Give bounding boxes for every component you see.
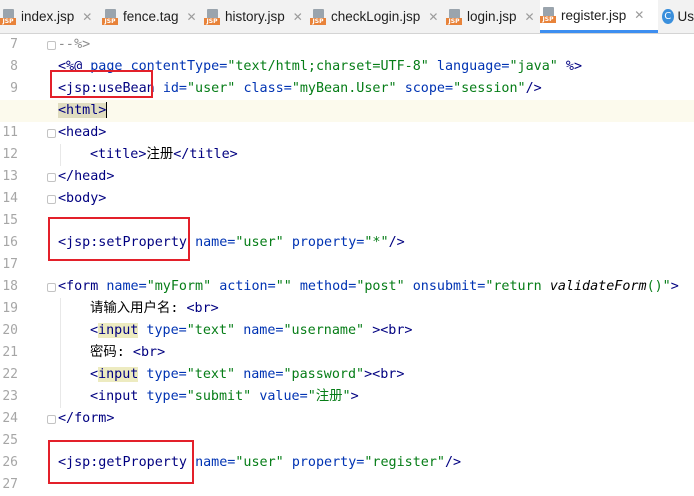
jsp-file-icon: JSP xyxy=(540,7,556,23)
code-line[interactable]: --%> xyxy=(0,34,694,56)
close-icon[interactable]: ✕ xyxy=(293,10,303,24)
code-line[interactable]: </head> xyxy=(0,166,694,188)
tab-user-class[interactable]: C Us xyxy=(662,0,694,33)
java-class-icon: C xyxy=(662,9,674,24)
code-line[interactable]: <body> xyxy=(0,188,694,210)
close-icon[interactable]: ✕ xyxy=(187,10,197,24)
code-line[interactable] xyxy=(0,254,694,276)
tab-register-jsp[interactable]: JSP register.jsp ✕ xyxy=(540,0,658,33)
tab-label: index.jsp xyxy=(21,9,74,24)
tab-index-jsp[interactable]: JSP index.jsp ✕ xyxy=(0,0,102,33)
tab-login-jsp[interactable]: JSP login.jsp ✕ xyxy=(446,0,538,33)
jsp-file-icon: JSP xyxy=(310,9,326,25)
tab-label: history.jsp xyxy=(225,9,285,24)
code-line[interactable]: <form name="myForm" action="" method="po… xyxy=(0,276,694,298)
code-line[interactable]: <jsp:setProperty name="user" property="*… xyxy=(0,232,694,254)
code-line[interactable] xyxy=(0,210,694,232)
code-line[interactable]: 请输入用户名: <br> xyxy=(0,298,694,320)
jsp-file-icon: JSP xyxy=(204,9,220,25)
code-line[interactable]: <input type="text" name="password"><br> xyxy=(0,364,694,386)
close-icon[interactable]: ✕ xyxy=(634,8,644,22)
code-line[interactable]: <input type="text" name="username" ><br> xyxy=(0,320,694,342)
close-icon[interactable]: ✕ xyxy=(428,10,438,24)
jsp-file-icon: JSP xyxy=(0,9,16,25)
code-line[interactable]: </form> xyxy=(0,408,694,430)
code-line-current[interactable]: <html> xyxy=(0,100,694,122)
text-caret xyxy=(106,102,107,118)
tab-history-jsp[interactable]: JSP history.jsp ✕ xyxy=(204,0,310,33)
close-icon[interactable]: ✕ xyxy=(525,10,535,24)
tab-label: Us xyxy=(678,9,694,24)
close-icon[interactable]: ✕ xyxy=(82,10,92,24)
code-line[interactable]: <input type="submit" value="注册"> xyxy=(0,386,694,408)
jsp-file-icon: JSP xyxy=(446,9,462,25)
code-editor[interactable]: 7 8 9 10 11 12 13 14 15 16 17 18 19 20 2… xyxy=(0,34,694,490)
tab-fence-tag[interactable]: JSP fence.tag ✕ xyxy=(102,0,204,33)
tab-checklogin-jsp[interactable]: JSP checkLogin.jsp ✕ xyxy=(310,0,442,33)
code-line[interactable]: <jsp:getProperty name="user" property="r… xyxy=(0,452,694,474)
tab-label: checkLogin.jsp xyxy=(331,9,420,24)
tab-label: register.jsp xyxy=(561,8,626,23)
code-line[interactable]: 密码: <br> xyxy=(0,342,694,364)
code-line[interactable]: <jsp:useBean id="user" class="myBean.Use… xyxy=(0,78,694,100)
code-line[interactable]: <%@ page contentType="text/html;charset=… xyxy=(0,56,694,78)
code-line[interactable]: <head> xyxy=(0,122,694,144)
code-line[interactable] xyxy=(0,430,694,452)
tab-label: fence.tag xyxy=(123,9,179,24)
code-line[interactable]: <title>注册</title> xyxy=(0,144,694,166)
code-line[interactable] xyxy=(0,474,694,496)
editor-tab-bar: JSP index.jsp ✕ JSP fence.tag ✕ JSP hist… xyxy=(0,0,694,34)
jsp-file-icon: JSP xyxy=(102,9,118,25)
tab-label: login.jsp xyxy=(467,9,517,24)
